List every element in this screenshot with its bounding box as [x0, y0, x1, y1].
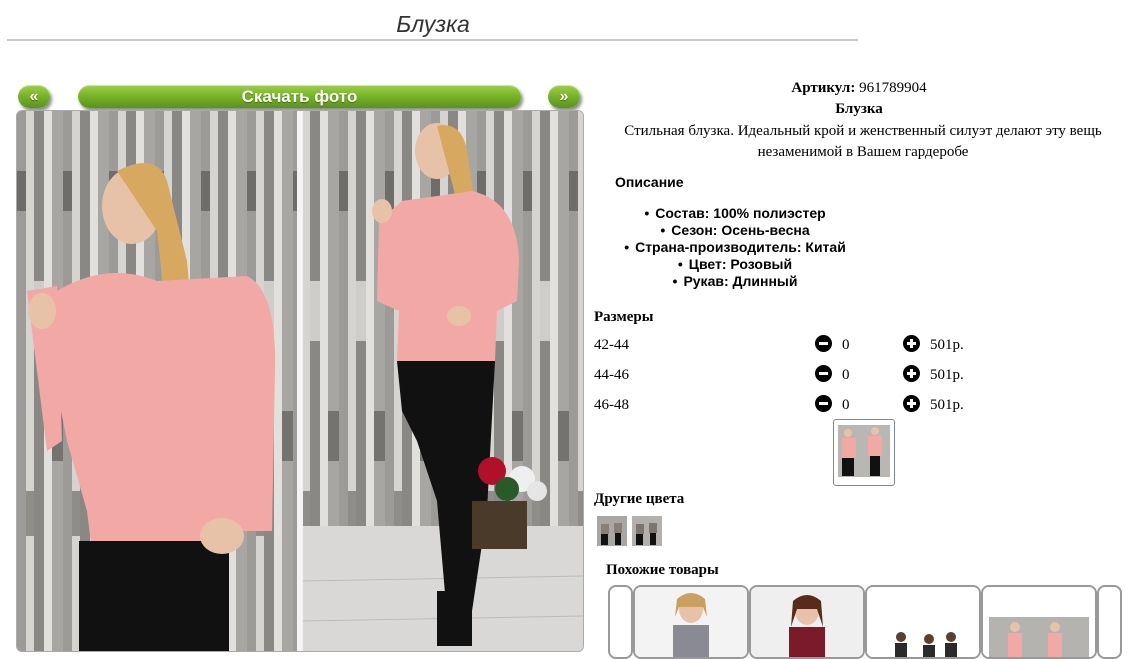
similar-product-image — [635, 587, 747, 657]
minus-icon[interactable] — [815, 335, 832, 352]
thumbnail-image — [838, 425, 890, 477]
property-list: Состав: 100% полиэстер Сезон: Осень-весн… — [610, 205, 860, 290]
product-description: Стильная блузка. Идеальный крой и женств… — [624, 123, 1102, 160]
size-price: 501р. — [930, 397, 964, 413]
size-label: 46-48 — [594, 397, 629, 413]
color-variant-thumbnail[interactable] — [632, 516, 662, 546]
prev-photo-button[interactable]: « — [18, 85, 50, 108]
article-line: Артикул: 961789904 — [594, 80, 1124, 97]
property-item: Цвет: Розовый — [610, 256, 860, 273]
page-title: Блузка — [396, 11, 470, 37]
download-photo-button[interactable]: Скачать фото — [78, 85, 521, 108]
quantity-value: 0 — [842, 367, 850, 383]
similar-product-card[interactable] — [1097, 585, 1122, 659]
size-row: 42-44 0 501р. — [594, 335, 1014, 357]
color-variant-image — [632, 516, 662, 546]
minus-icon[interactable] — [815, 395, 832, 412]
size-row: 46-48 0 501р. — [594, 395, 1014, 417]
size-row: 44-46 0 501р. — [594, 365, 1014, 387]
similar-product-card[interactable] — [865, 585, 981, 659]
property-item: Рукав: Длинный — [610, 273, 860, 290]
similar-product-image — [867, 587, 979, 657]
similar-product-image — [983, 587, 1095, 657]
color-variant-thumbnail[interactable] — [597, 516, 627, 546]
similar-products-heading: Похожие товары — [606, 562, 719, 578]
property-item: Страна-производитель: Китай — [610, 239, 860, 256]
plus-icon[interactable] — [903, 395, 920, 412]
product-photo-image — [17, 111, 583, 651]
plus-icon[interactable] — [903, 365, 920, 382]
size-label: 44-46 — [594, 367, 629, 383]
product-name: Блузка — [835, 101, 883, 117]
product-photo[interactable] — [16, 110, 584, 652]
similar-product-card[interactable] — [608, 585, 633, 659]
minus-icon[interactable] — [815, 365, 832, 382]
color-variant-image — [597, 516, 627, 546]
similar-product-card[interactable] — [749, 585, 865, 659]
similar-product-card[interactable] — [633, 585, 749, 659]
size-label: 42-44 — [594, 337, 629, 353]
photo-thumbnail[interactable] — [833, 419, 895, 486]
size-price: 501р. — [930, 337, 964, 353]
property-item: Сезон: Осень-весна — [610, 222, 860, 239]
quantity-value: 0 — [842, 337, 850, 353]
description-heading: Описание — [615, 174, 684, 190]
title-divider — [7, 39, 858, 41]
property-item: Состав: 100% полиэстер — [610, 205, 860, 222]
similar-product-image — [751, 587, 863, 657]
quantity-value: 0 — [842, 397, 850, 413]
next-photo-button[interactable]: » — [548, 85, 580, 108]
other-colors-heading: Другие цвета — [594, 491, 685, 507]
article-value: 961789904 — [859, 80, 927, 96]
sizes-heading: Размеры — [594, 309, 654, 325]
article-label: Артикул: — [791, 80, 856, 96]
size-price: 501р. — [930, 367, 964, 383]
plus-icon[interactable] — [903, 335, 920, 352]
similar-product-card[interactable] — [981, 585, 1097, 659]
